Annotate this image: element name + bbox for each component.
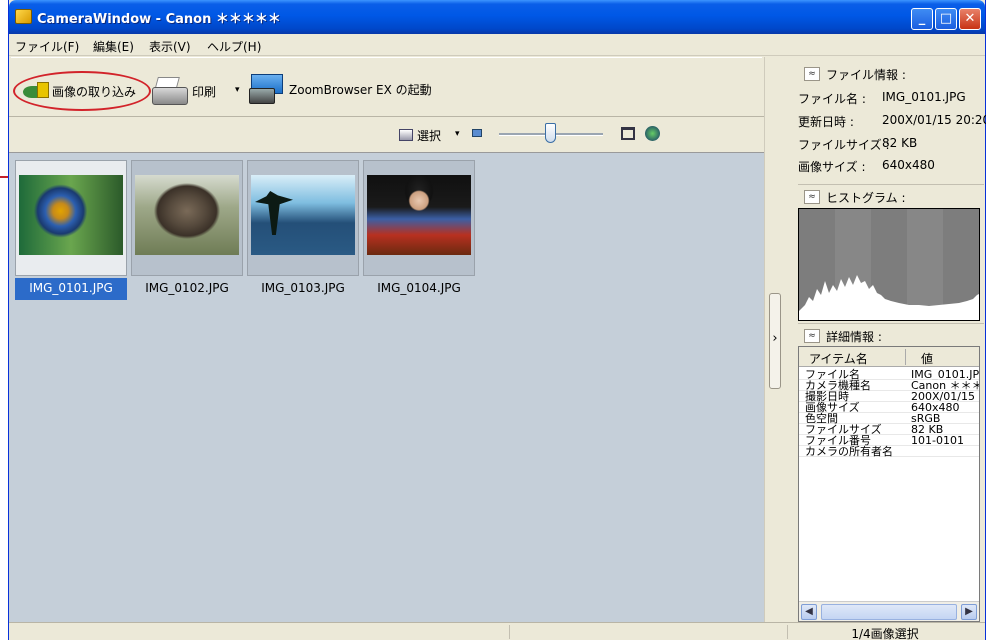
title-bar[interactable]: CameraWindow - Canon ＊＊＊＊＊ _ □ ✕ xyxy=(9,0,985,34)
histogram-graph xyxy=(799,209,979,320)
scrollbar-thumb[interactable] xyxy=(821,604,957,620)
thumbnail-1[interactable] xyxy=(15,160,127,276)
thumbnail-1-label[interactable]: IMG_0101.JPG xyxy=(15,278,127,300)
detail-info-header[interactable]: ≈ 詳細情報 : xyxy=(804,327,882,345)
select-dropdown-icon[interactable]: ▾ xyxy=(455,129,460,139)
histogram-header[interactable]: ≈ ヒストグラム : xyxy=(804,188,906,206)
collapse-icon[interactable]: ≈ xyxy=(804,67,820,81)
detail-info-title: 詳細情報 : xyxy=(826,329,882,344)
thumbnail-2-label[interactable]: IMG_0102.JPG xyxy=(131,278,243,300)
print-button[interactable]: 印刷 xyxy=(152,75,216,107)
tortoise-photo xyxy=(135,175,239,255)
file-name-label: ファイル名 : xyxy=(798,92,866,106)
print-label: 印刷 xyxy=(192,84,217,99)
menu-edit[interactable]: 編集(E) xyxy=(93,38,134,55)
file-size-label: ファイルサイズ : xyxy=(798,138,890,152)
scroll-right-button[interactable]: ▶ xyxy=(961,604,977,620)
thumbnail-4-label[interactable]: IMG_0104.JPG xyxy=(363,278,475,300)
slider-thumb[interactable] xyxy=(545,123,556,143)
file-info-title: ファイル情報 : xyxy=(826,67,906,82)
window-title: CameraWindow - Canon ＊＊＊＊＊ xyxy=(37,12,281,27)
histogram-title: ヒストグラム : xyxy=(826,190,906,205)
panel-splitter[interactable]: › xyxy=(764,57,784,622)
zoombrowser-launch-button[interactable]: ZoomBrowser EX の起動 xyxy=(249,73,432,105)
collapse-icon[interactable]: ≈ xyxy=(804,190,820,204)
image-size-value: 640x480 xyxy=(882,158,935,172)
zoombrowser-icon xyxy=(249,74,285,104)
detail-table: アイテム名 値 ファイル名IMG_0101.JPG カメラ機種名Canon ＊＊… xyxy=(798,346,980,622)
thumbnail-3-label[interactable]: IMG_0103.JPG xyxy=(247,278,359,300)
main-toolbar: 画像の取り込み 印刷 ▾ ZoomBrowser EX の起動 xyxy=(9,57,764,117)
modified-value: 200X/01/15 20:20 xyxy=(882,113,986,127)
import-images-button[interactable]: 画像の取り込み xyxy=(23,79,136,103)
image-size-label: 画像サイズ : xyxy=(798,160,866,174)
table-row[interactable]: カメラの所有者名 xyxy=(799,446,979,457)
import-label: 画像の取り込み xyxy=(52,84,137,99)
rotate-icon[interactable] xyxy=(645,126,660,141)
menu-file[interactable]: ファイル(F) xyxy=(15,38,79,55)
small-thumbnail-icon[interactable] xyxy=(472,129,482,137)
file-name-value: IMG_0101.JPG xyxy=(882,90,966,104)
select-label[interactable]: 選択 xyxy=(417,127,441,144)
child-photo xyxy=(367,175,471,255)
menu-view[interactable]: 表示(V) xyxy=(149,38,191,55)
column-value[interactable]: 値 xyxy=(921,350,933,367)
thumbnail-grid: IMG_0101.JPG IMG_0102.JPG IMG_0103.JPG I… xyxy=(15,160,485,300)
printer-icon xyxy=(152,77,188,105)
close-button[interactable]: ✕ xyxy=(959,8,981,30)
status-text: 1/4画像選択 xyxy=(851,627,919,641)
fit-view-icon[interactable] xyxy=(621,127,635,140)
horizontal-scrollbar[interactable]: ◀ ▶ xyxy=(799,601,979,621)
file-info-header[interactable]: ≈ ファイル情報 : xyxy=(804,65,906,83)
minimize-button[interactable]: _ xyxy=(911,8,933,30)
print-dropdown-icon[interactable]: ▾ xyxy=(235,85,240,95)
scroll-left-button[interactable]: ◀ xyxy=(801,604,817,620)
app-icon xyxy=(15,9,32,24)
collapse-icon[interactable]: ≈ xyxy=(804,329,820,343)
status-bar: 1/4画像選択 xyxy=(9,622,985,641)
menu-bar: ファイル(F) 編集(E) 表示(V) ヘルプ(H) xyxy=(9,34,985,56)
camerawindow: CameraWindow - Canon ＊＊＊＊＊ _ □ ✕ ファイル(F)… xyxy=(8,0,986,641)
beach-photo xyxy=(251,175,355,255)
browser-pane: 画像の取り込み 印刷 ▾ ZoomBrowser EX の起動 選択 ▾ IMG… xyxy=(9,57,764,622)
import-icon xyxy=(23,82,49,100)
thumbnail-3[interactable] xyxy=(247,160,359,276)
select-icon[interactable] xyxy=(399,129,413,141)
zoombrowser-label: ZoomBrowser EX の起動 xyxy=(289,82,432,97)
info-panel: ≈ ファイル情報 : ファイル名 : IMG_0101.JPG 更新日時 : 2… xyxy=(784,57,986,622)
chevron-right-icon[interactable]: › xyxy=(769,331,781,346)
thumbnail-2[interactable] xyxy=(131,160,243,276)
parrot-photo xyxy=(19,175,123,255)
view-bar: 選択 ▾ xyxy=(9,117,764,153)
thumbnail-4[interactable] xyxy=(363,160,475,276)
modified-label: 更新日時 : xyxy=(798,115,854,129)
menu-help[interactable]: ヘルプ(H) xyxy=(207,38,261,55)
file-size-value: 82 KB xyxy=(882,136,918,150)
maximize-button[interactable]: □ xyxy=(935,8,957,30)
histogram xyxy=(798,208,980,321)
detail-table-header: アイテム名 値 xyxy=(799,347,979,367)
column-item-name[interactable]: アイテム名 xyxy=(809,350,868,367)
